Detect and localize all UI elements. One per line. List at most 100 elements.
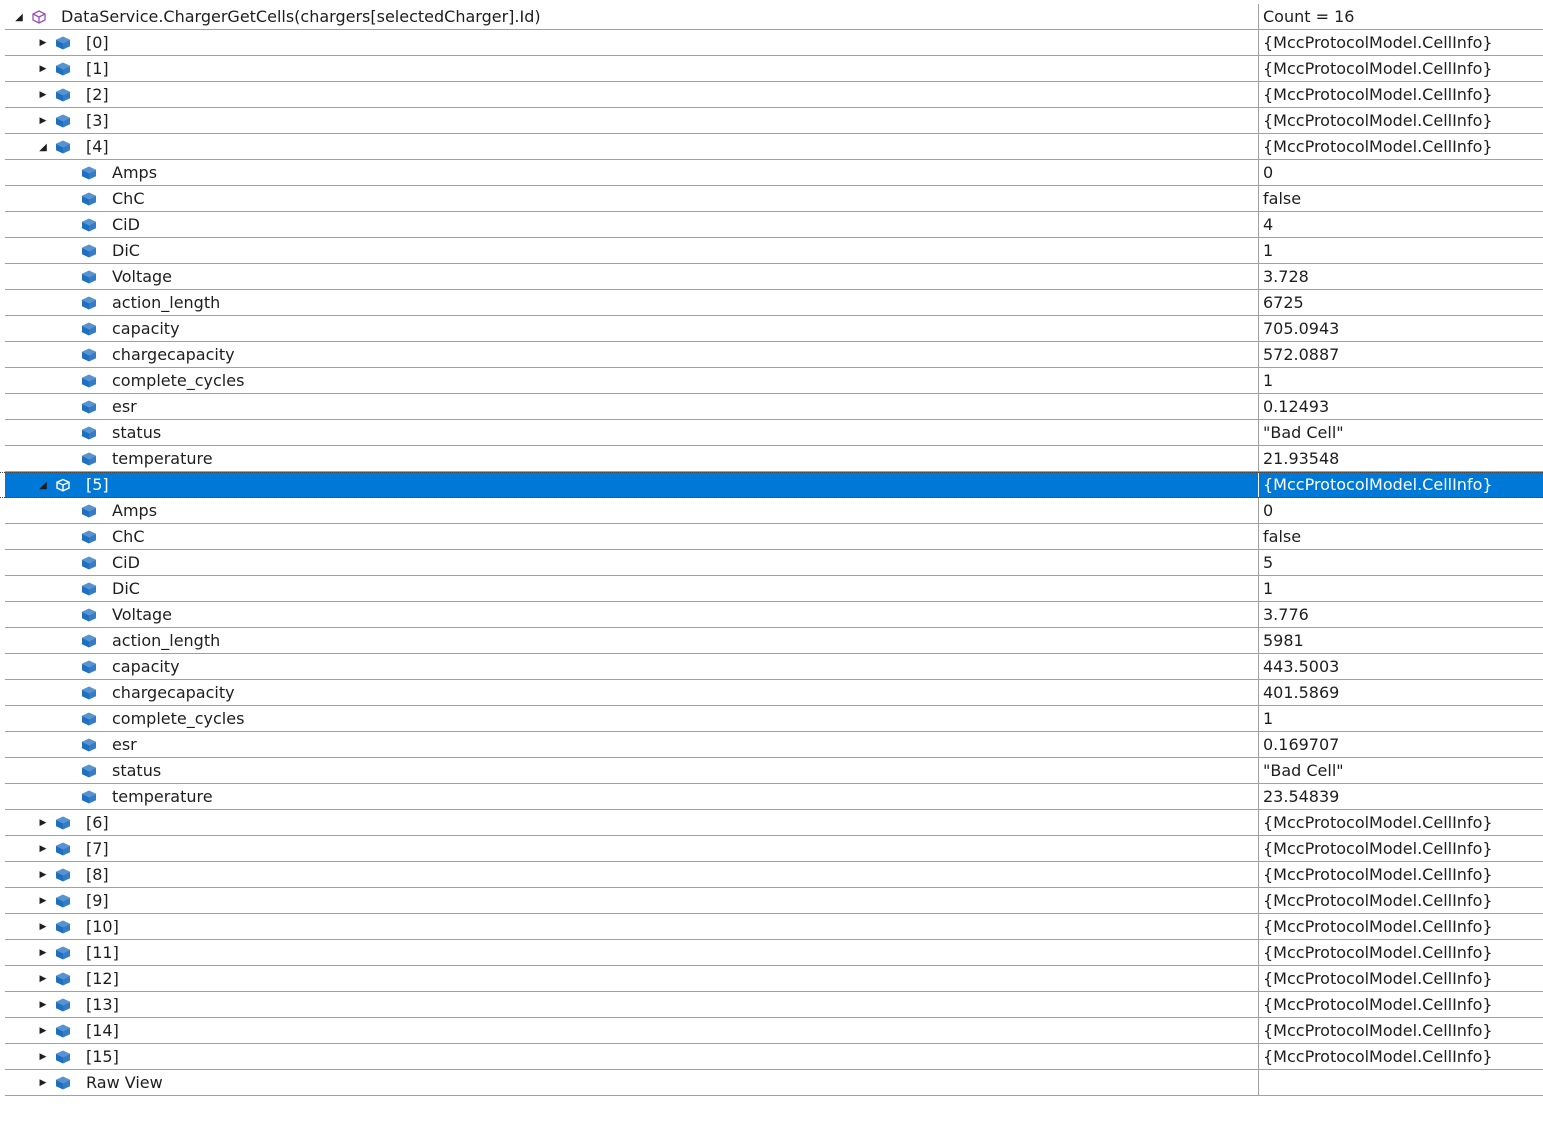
tree-row[interactable]: ▶ [11] {MccProtocolModel.CellInfo}: [0, 940, 1543, 966]
tree-row[interactable]: esr 0.12493: [0, 394, 1543, 420]
member-value: 1: [1258, 368, 1543, 394]
member-name: [7]: [86, 839, 109, 858]
expand-arrow-icon[interactable]: ▶: [35, 836, 51, 862]
tree-row[interactable]: ▶ Raw View: [0, 1070, 1543, 1096]
member-name: [12]: [86, 969, 119, 988]
member-name: action_length: [112, 293, 221, 312]
collapse-arrow-icon[interactable]: ◢: [11, 4, 27, 30]
member-name: [8]: [86, 865, 109, 884]
tree-row[interactable]: ▶ [9] {MccProtocolModel.CellInfo}: [0, 888, 1543, 914]
member-cube-icon: [82, 530, 96, 544]
tree-row[interactable]: ▶ [15] {MccProtocolModel.CellInfo}: [0, 1044, 1543, 1070]
name-cell: esr: [5, 394, 1258, 420]
tree-row[interactable]: CiD 5: [0, 550, 1543, 576]
name-cell: ▶ [2]: [5, 82, 1258, 108]
member-cube-icon: [56, 868, 70, 882]
member-name: status: [112, 423, 162, 442]
collapse-arrow-icon[interactable]: ◢: [35, 472, 51, 498]
tree-row[interactable]: ▶ [10] {MccProtocolModel.CellInfo}: [0, 914, 1543, 940]
name-cell: ▶ [9]: [5, 888, 1258, 914]
tree-row[interactable]: capacity 443.5003: [0, 654, 1543, 680]
tree-row[interactable]: ▶ [0] {MccProtocolModel.CellInfo}: [0, 30, 1543, 56]
member-value: {MccProtocolModel.CellInfo}: [1258, 966, 1543, 992]
tree-row[interactable]: DiC 1: [0, 576, 1543, 602]
member-cube-icon: [56, 842, 70, 856]
member-cube-icon: [82, 244, 96, 258]
tree-row[interactable]: ▶ [13] {MccProtocolModel.CellInfo}: [0, 992, 1543, 1018]
tree-row[interactable]: ChC false: [0, 524, 1543, 550]
member-name: temperature: [112, 449, 213, 468]
name-cell: complete_cycles: [5, 368, 1258, 394]
expand-arrow-icon[interactable]: ▶: [35, 108, 51, 134]
tree-row[interactable]: ChC false: [0, 186, 1543, 212]
tree-row[interactable]: ▶ [8] {MccProtocolModel.CellInfo}: [0, 862, 1543, 888]
tree-row[interactable]: temperature 23.54839: [0, 784, 1543, 810]
member-cube-icon: [56, 1050, 70, 1064]
member-name: DiC: [112, 579, 140, 598]
member-cube-icon: [82, 400, 96, 414]
tree-row[interactable]: ▶ [12] {MccProtocolModel.CellInfo}: [0, 966, 1543, 992]
name-cell: ▶ [10]: [5, 914, 1258, 940]
tree-row[interactable]: capacity 705.0943: [0, 316, 1543, 342]
expand-arrow-icon[interactable]: ▶: [35, 82, 51, 108]
tree-row[interactable]: status "Bad Cell": [0, 420, 1543, 446]
expand-arrow-icon[interactable]: ▶: [35, 862, 51, 888]
member-value: 6725: [1258, 290, 1543, 316]
tree-row[interactable]: complete_cycles 1: [0, 368, 1543, 394]
expand-arrow-icon[interactable]: ▶: [35, 992, 51, 1018]
expand-arrow-icon[interactable]: ▶: [35, 914, 51, 940]
collapse-arrow-icon[interactable]: ◢: [35, 134, 51, 160]
tree-row[interactable]: ▶ [3] {MccProtocolModel.CellInfo}: [0, 108, 1543, 134]
member-cube-icon: [56, 816, 70, 830]
member-cube-icon: [82, 712, 96, 726]
expand-arrow-icon[interactable]: ▶: [35, 1018, 51, 1044]
tree-row[interactable]: chargecapacity 572.0887: [0, 342, 1543, 368]
name-cell: capacity: [5, 654, 1258, 680]
tree-row[interactable]: status "Bad Cell": [0, 758, 1543, 784]
tree-row[interactable]: ◢ [4] {MccProtocolModel.CellInfo}: [0, 134, 1543, 160]
expand-arrow-icon[interactable]: ▶: [35, 56, 51, 82]
tree-row[interactable]: ▶ [2] {MccProtocolModel.CellInfo}: [0, 82, 1543, 108]
member-name: ChC: [112, 189, 145, 208]
name-cell: ▶ [12]: [5, 966, 1258, 992]
member-value: {MccProtocolModel.CellInfo}: [1258, 56, 1543, 82]
tree-row[interactable]: action_length 5981: [0, 628, 1543, 654]
expand-arrow-icon[interactable]: ▶: [35, 810, 51, 836]
tree-row[interactable]: complete_cycles 1: [0, 706, 1543, 732]
tree-row[interactable]: CiD 4: [0, 212, 1543, 238]
name-cell: chargecapacity: [5, 680, 1258, 706]
expand-arrow-icon[interactable]: ▶: [35, 888, 51, 914]
member-cube-icon: [82, 660, 96, 674]
expand-arrow-icon[interactable]: ▶: [35, 966, 51, 992]
member-name: [10]: [86, 917, 119, 936]
member-cube-icon: [56, 88, 70, 102]
tree-row[interactable]: DiC 1: [0, 238, 1543, 264]
member-value: {MccProtocolModel.CellInfo}: [1258, 992, 1543, 1018]
member-value: 23.54839: [1258, 784, 1543, 810]
expand-arrow-icon[interactable]: ▶: [35, 1044, 51, 1070]
tree-row[interactable]: Voltage 3.728: [0, 264, 1543, 290]
tree-row[interactable]: ▶ [1] {MccProtocolModel.CellInfo}: [0, 56, 1543, 82]
tree-row[interactable]: action_length 6725: [0, 290, 1543, 316]
tree-root-row[interactable]: ◢ DataService.ChargerGetCells(chargers[s…: [0, 4, 1543, 30]
expand-arrow-icon[interactable]: ▶: [35, 30, 51, 56]
tree-row[interactable]: chargecapacity 401.5869: [0, 680, 1543, 706]
tree-row[interactable]: Voltage 3.776: [0, 602, 1543, 628]
tree-row[interactable]: ▶ [6] {MccProtocolModel.CellInfo}: [0, 810, 1543, 836]
member-cube-icon: [56, 894, 70, 908]
tree-row[interactable]: Amps 0: [0, 160, 1543, 186]
tree-row[interactable]: temperature 21.93548: [0, 446, 1543, 472]
member-value: 1: [1258, 576, 1543, 602]
member-cube-icon: [82, 374, 96, 388]
member-value: 401.5869: [1258, 680, 1543, 706]
member-cube-icon: [82, 296, 96, 310]
expand-arrow-icon[interactable]: ▶: [35, 1070, 51, 1096]
name-cell: ▶ [0]: [5, 30, 1258, 56]
tree-row[interactable]: ▶ [7] {MccProtocolModel.CellInfo}: [0, 836, 1543, 862]
expand-arrow-icon[interactable]: ▶: [35, 940, 51, 966]
tree-row[interactable]: ◢ [5] {MccProtocolModel.CellInfo}: [0, 472, 1543, 498]
tree-row[interactable]: Amps 0: [0, 498, 1543, 524]
tree-row[interactable]: esr 0.169707: [0, 732, 1543, 758]
name-cell: DiC: [5, 238, 1258, 264]
tree-row[interactable]: ▶ [14] {MccProtocolModel.CellInfo}: [0, 1018, 1543, 1044]
